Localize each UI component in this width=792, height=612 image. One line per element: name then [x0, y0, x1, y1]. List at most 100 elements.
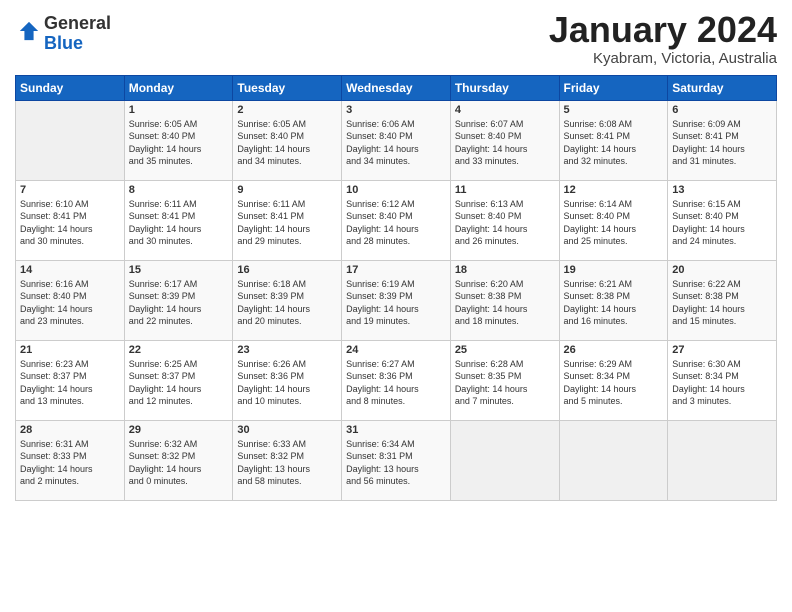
day-cell: 20 Sunrise: 6:22 AM Sunset: 8:38 PM Dayli… [668, 260, 777, 340]
day-info: Sunrise: 6:18 AM Sunset: 8:39 PM Dayligh… [237, 278, 337, 328]
day-number: 30 [237, 424, 337, 436]
day-info: Sunrise: 6:32 AM Sunset: 8:32 PM Dayligh… [129, 438, 229, 488]
day-cell: 29 Sunrise: 6:32 AM Sunset: 8:32 PM Dayli… [124, 420, 233, 500]
day-info: Sunrise: 6:23 AM Sunset: 8:37 PM Dayligh… [20, 358, 120, 408]
logo: General Blue [15, 14, 111, 54]
day-number: 31 [346, 424, 446, 436]
day-number: 1 [129, 104, 229, 116]
day-header: Thursday [450, 75, 559, 100]
month-title: January 2024 [549, 10, 777, 50]
day-number: 20 [672, 264, 772, 276]
day-number: 18 [455, 264, 555, 276]
day-info: Sunrise: 6:28 AM Sunset: 8:35 PM Dayligh… [455, 358, 555, 408]
day-info: Sunrise: 6:31 AM Sunset: 8:33 PM Dayligh… [20, 438, 120, 488]
day-cell [559, 420, 668, 500]
day-cell: 12 Sunrise: 6:14 AM Sunset: 8:40 PM Dayli… [559, 180, 668, 260]
week-row: 7 Sunrise: 6:10 AM Sunset: 8:41 PM Daylig… [16, 180, 777, 260]
day-info: Sunrise: 6:19 AM Sunset: 8:39 PM Dayligh… [346, 278, 446, 328]
day-info: Sunrise: 6:33 AM Sunset: 8:32 PM Dayligh… [237, 438, 337, 488]
day-header: Tuesday [233, 75, 342, 100]
week-row: 28 Sunrise: 6:31 AM Sunset: 8:33 PM Dayli… [16, 420, 777, 500]
week-row: 14 Sunrise: 6:16 AM Sunset: 8:40 PM Dayli… [16, 260, 777, 340]
day-number: 4 [455, 104, 555, 116]
day-info: Sunrise: 6:34 AM Sunset: 8:31 PM Dayligh… [346, 438, 446, 488]
day-cell: 22 Sunrise: 6:25 AM Sunset: 8:37 PM Dayli… [124, 340, 233, 420]
day-cell: 19 Sunrise: 6:21 AM Sunset: 8:38 PM Dayli… [559, 260, 668, 340]
logo-general-text: General [44, 13, 111, 33]
day-cell: 26 Sunrise: 6:29 AM Sunset: 8:34 PM Dayli… [559, 340, 668, 420]
day-info: Sunrise: 6:10 AM Sunset: 8:41 PM Dayligh… [20, 198, 120, 248]
day-number: 19 [564, 264, 664, 276]
day-info: Sunrise: 6:27 AM Sunset: 8:36 PM Dayligh… [346, 358, 446, 408]
day-number: 14 [20, 264, 120, 276]
day-info: Sunrise: 6:21 AM Sunset: 8:38 PM Dayligh… [564, 278, 664, 328]
day-cell: 10 Sunrise: 6:12 AM Sunset: 8:40 PM Dayli… [342, 180, 451, 260]
day-number: 9 [237, 184, 337, 196]
header: General Blue January 2024 Kyabram, Victo… [15, 10, 777, 67]
day-header: Wednesday [342, 75, 451, 100]
day-cell: 13 Sunrise: 6:15 AM Sunset: 8:40 PM Dayli… [668, 180, 777, 260]
day-info: Sunrise: 6:07 AM Sunset: 8:40 PM Dayligh… [455, 118, 555, 168]
day-cell [16, 100, 125, 180]
day-info: Sunrise: 6:05 AM Sunset: 8:40 PM Dayligh… [129, 118, 229, 168]
day-info: Sunrise: 6:09 AM Sunset: 8:41 PM Dayligh… [672, 118, 772, 168]
day-number: 23 [237, 344, 337, 356]
day-number: 15 [129, 264, 229, 276]
day-cell: 7 Sunrise: 6:10 AM Sunset: 8:41 PM Daylig… [16, 180, 125, 260]
day-number: 5 [564, 104, 664, 116]
day-info: Sunrise: 6:05 AM Sunset: 8:40 PM Dayligh… [237, 118, 337, 168]
day-number: 22 [129, 344, 229, 356]
day-info: Sunrise: 6:30 AM Sunset: 8:34 PM Dayligh… [672, 358, 772, 408]
day-cell: 28 Sunrise: 6:31 AM Sunset: 8:33 PM Dayli… [16, 420, 125, 500]
day-info: Sunrise: 6:20 AM Sunset: 8:38 PM Dayligh… [455, 278, 555, 328]
day-cell: 23 Sunrise: 6:26 AM Sunset: 8:36 PM Dayli… [233, 340, 342, 420]
page: General Blue January 2024 Kyabram, Victo… [0, 0, 792, 612]
day-info: Sunrise: 6:12 AM Sunset: 8:40 PM Dayligh… [346, 198, 446, 248]
day-cell [450, 420, 559, 500]
day-cell: 25 Sunrise: 6:28 AM Sunset: 8:35 PM Dayli… [450, 340, 559, 420]
day-number: 24 [346, 344, 446, 356]
day-number: 16 [237, 264, 337, 276]
header-row: SundayMondayTuesdayWednesdayThursdayFrid… [16, 75, 777, 100]
day-number: 29 [129, 424, 229, 436]
day-number: 2 [237, 104, 337, 116]
day-cell: 1 Sunrise: 6:05 AM Sunset: 8:40 PM Daylig… [124, 100, 233, 180]
day-info: Sunrise: 6:06 AM Sunset: 8:40 PM Dayligh… [346, 118, 446, 168]
day-cell: 16 Sunrise: 6:18 AM Sunset: 8:39 PM Dayli… [233, 260, 342, 340]
day-cell: 5Sunrise: 6:08 AM Sunset: 8:41 PM Daylig… [559, 100, 668, 180]
day-info: Sunrise: 6:15 AM Sunset: 8:40 PM Dayligh… [672, 198, 772, 248]
logo-blue-text: Blue [44, 33, 83, 53]
day-number: 12 [564, 184, 664, 196]
day-number: 11 [455, 184, 555, 196]
day-number: 10 [346, 184, 446, 196]
day-cell: 14 Sunrise: 6:16 AM Sunset: 8:40 PM Dayli… [16, 260, 125, 340]
day-number: 26 [564, 344, 664, 356]
day-header: Friday [559, 75, 668, 100]
day-number: 3 [346, 104, 446, 116]
day-cell: 9Sunrise: 6:11 AM Sunset: 8:41 PM Daylig… [233, 180, 342, 260]
logo-icon [18, 20, 40, 42]
day-header: Monday [124, 75, 233, 100]
day-info: Sunrise: 6:29 AM Sunset: 8:34 PM Dayligh… [564, 358, 664, 408]
day-cell: 15Sunrise: 6:17 AM Sunset: 8:39 PM Dayli… [124, 260, 233, 340]
day-cell: 24 Sunrise: 6:27 AM Sunset: 8:36 PM Dayli… [342, 340, 451, 420]
day-info: Sunrise: 6:16 AM Sunset: 8:40 PM Dayligh… [20, 278, 120, 328]
day-cell: 8 Sunrise: 6:11 AM Sunset: 8:41 PM Daylig… [124, 180, 233, 260]
day-info: Sunrise: 6:26 AM Sunset: 8:36 PM Dayligh… [237, 358, 337, 408]
day-info: Sunrise: 6:14 AM Sunset: 8:40 PM Dayligh… [564, 198, 664, 248]
day-number: 13 [672, 184, 772, 196]
week-row: 1 Sunrise: 6:05 AM Sunset: 8:40 PM Daylig… [16, 100, 777, 180]
day-info: Sunrise: 6:11 AM Sunset: 8:41 PM Dayligh… [129, 198, 229, 248]
day-header: Saturday [668, 75, 777, 100]
day-number: 6 [672, 104, 772, 116]
day-info: Sunrise: 6:25 AM Sunset: 8:37 PM Dayligh… [129, 358, 229, 408]
day-info: Sunrise: 6:22 AM Sunset: 8:38 PM Dayligh… [672, 278, 772, 328]
day-cell: 4 Sunrise: 6:07 AM Sunset: 8:40 PM Daylig… [450, 100, 559, 180]
week-row: 21Sunrise: 6:23 AM Sunset: 8:37 PM Dayli… [16, 340, 777, 420]
day-number: 8 [129, 184, 229, 196]
day-cell: 6 Sunrise: 6:09 AM Sunset: 8:41 PM Daylig… [668, 100, 777, 180]
day-number: 28 [20, 424, 120, 436]
day-cell: 17Sunrise: 6:19 AM Sunset: 8:39 PM Dayli… [342, 260, 451, 340]
day-number: 7 [20, 184, 120, 196]
day-number: 25 [455, 344, 555, 356]
